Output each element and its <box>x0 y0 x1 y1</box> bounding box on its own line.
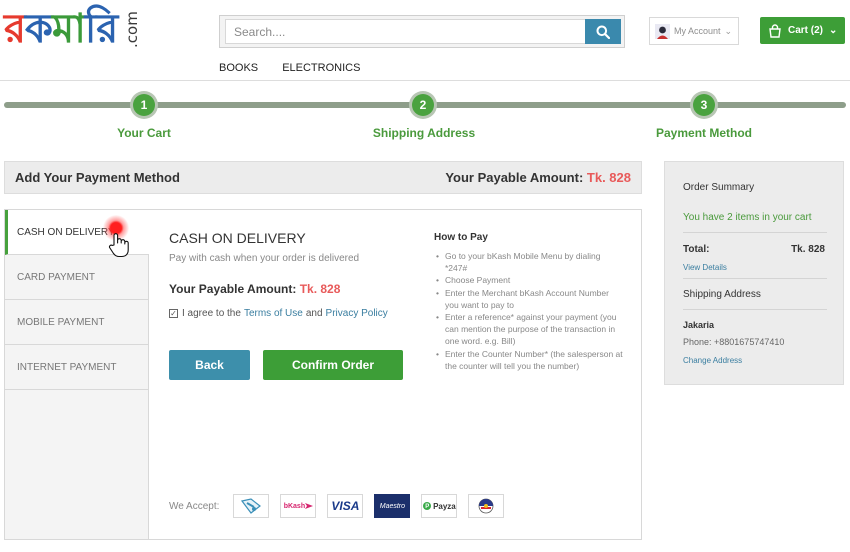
divider <box>683 232 827 233</box>
logo-bengali-text: রকমারি <box>4 6 118 52</box>
user-avatar-icon <box>655 23 670 39</box>
step-2-label: Shipping Address <box>372 126 476 140</box>
chevron-down-icon: ⌄ <box>724 25 733 36</box>
we-accept-label: We Accept: <box>169 500 220 512</box>
step-3-circle: 3 <box>690 91 718 119</box>
list-item: Enter a reference* against your payment … <box>434 311 624 348</box>
nav-books[interactable]: BOOKS <box>219 62 258 74</box>
list-item: Go to your bKash Mobile Menu by dialing … <box>434 250 624 274</box>
order-summary: Order Summary You have 2 items in your c… <box>664 161 844 385</box>
shipping-phone: Phone: +8801675747410 <box>683 337 785 347</box>
divider <box>683 278 827 279</box>
content-payable-amount: Your Payable Amount: Tk. 828 <box>169 282 341 296</box>
total-label: Total: <box>683 244 710 255</box>
shipping-name: Jakaria <box>683 320 715 330</box>
how-to-pay-steps: Go to your bKash Mobile Menu by dialing … <box>434 250 624 372</box>
site-logo[interactable]: রকমারি .com <box>4 4 141 52</box>
visa-logo: VISA <box>327 494 364 518</box>
logo-suffix: .com <box>123 11 141 48</box>
how-to-pay: How to Pay Go to your bKash Mobile Menu … <box>434 232 624 372</box>
view-details-link[interactable]: View Details <box>683 263 727 272</box>
payment-tabs: CASH ON DELIVERY CARD PAYMENT MOBILE PAY… <box>5 210 149 539</box>
step-1-circle: 1 <box>130 91 158 119</box>
shipping-title: Shipping Address <box>683 289 761 300</box>
total-value: Tk. 828 <box>791 244 825 255</box>
cod-content: CASH ON DELIVERY Pay with cash when your… <box>169 230 419 319</box>
maestro-logo: Maestro <box>374 494 411 518</box>
step-1-label: Your Cart <box>117 126 171 140</box>
confirm-order-button[interactable]: Confirm Order <box>263 350 403 380</box>
search-bar <box>219 15 625 48</box>
cart-label: Cart (2) <box>788 25 824 36</box>
search-icon <box>596 25 610 39</box>
header-divider <box>0 80 850 81</box>
dbbl-logo <box>468 494 505 518</box>
summary-title: Order Summary <box>683 182 755 193</box>
bkash-logo: bKash <box>280 494 317 518</box>
account-label: My Account <box>674 26 721 36</box>
cash-icon <box>233 494 270 518</box>
hand-pointer-icon <box>108 233 129 258</box>
payza-logo: P Payza <box>421 494 458 518</box>
list-item: Choose Payment <box>434 274 624 286</box>
svg-text:P: P <box>425 504 429 510</box>
back-button[interactable]: Back <box>169 350 250 380</box>
nav-electronics[interactable]: ELECTRONICS <box>282 62 360 74</box>
privacy-link[interactable]: Privacy Policy <box>326 308 388 319</box>
tab-internet-payment[interactable]: INTERNET PAYMENT <box>5 345 148 390</box>
divider <box>683 309 827 310</box>
step-3-label: Payment Method <box>655 126 753 140</box>
chevron-down-icon: ⌄ <box>829 25 838 36</box>
method-subtitle: Pay with cash when your order is deliver… <box>169 253 360 264</box>
list-item: Enter the Counter Number* (the salespers… <box>434 348 624 372</box>
payable-amount: Your Payable Amount: Tk. 828 <box>445 170 631 185</box>
search-button[interactable] <box>585 19 621 44</box>
tab-mobile-payment[interactable]: MOBILE PAYMENT <box>5 300 148 345</box>
cart-button[interactable]: Cart (2) ⌄ <box>760 17 845 44</box>
change-address-link[interactable]: Change Address <box>683 356 742 365</box>
how-to-pay-title: How to Pay <box>434 232 488 243</box>
step-2-circle: 2 <box>409 91 437 119</box>
list-item: Enter the Merchant bKash Account Number … <box>434 287 624 311</box>
shopping-bag-icon <box>769 23 781 38</box>
method-title: CASH ON DELIVERY <box>169 230 306 246</box>
terms-link[interactable]: Terms of Use <box>244 308 303 319</box>
main-nav: BOOKS ELECTRONICS <box>219 62 381 74</box>
payment-panel: CASH ON DELIVERY CARD PAYMENT MOBILE PAY… <box>4 209 642 540</box>
payment-title: Add Your Payment Method <box>15 170 180 185</box>
payment-header: Add Your Payment Method Your Payable Amo… <box>4 161 642 194</box>
search-input[interactable] <box>225 19 586 44</box>
accepted-payments: We Accept: bKash VISA Maestro P Payza <box>169 494 515 518</box>
cart-items-text: You have 2 items in your cart <box>683 212 812 223</box>
agree-checkbox[interactable]: ✓ <box>169 309 178 318</box>
terms-agreement: ✓ I agree to the Terms of Use and Privac… <box>169 308 388 319</box>
tab-card-payment[interactable]: CARD PAYMENT <box>5 255 148 300</box>
my-account-button[interactable]: My Account ⌄ <box>649 17 739 45</box>
